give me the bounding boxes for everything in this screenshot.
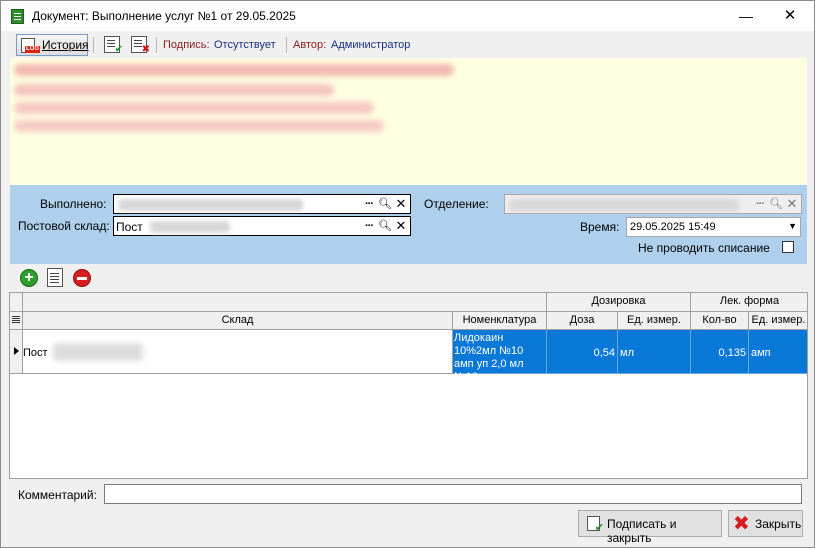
redacted-value bbox=[53, 343, 143, 361]
history-label: История bbox=[42, 38, 89, 52]
document-icon bbox=[11, 9, 24, 24]
redacted-line bbox=[14, 84, 334, 96]
document-window: Документ: Выполнение услуг №1 от 29.05.2… bbox=[0, 0, 815, 548]
clear-icon[interactable]: ✕ bbox=[785, 196, 799, 212]
grid-toolbar: + bbox=[10, 265, 807, 292]
ellipsis-icon[interactable]: ··· bbox=[362, 196, 376, 212]
search-icon[interactable]: 🔍︎ bbox=[378, 218, 392, 234]
grid-header-spacer bbox=[23, 293, 547, 312]
row-indicator[interactable] bbox=[10, 330, 23, 374]
column-chooser-icon bbox=[12, 315, 20, 325]
minimize-button[interactable]: — bbox=[724, 1, 768, 31]
sign-and-close-label: Подписать и закрыть bbox=[607, 517, 677, 545]
department-label: Отделение: bbox=[424, 197, 489, 211]
redacted-line bbox=[14, 102, 374, 114]
title-bar: Документ: Выполнение услуг №1 от 29.05.2… bbox=[1, 1, 814, 31]
time-value: 29.05.2025 15:49 bbox=[630, 221, 716, 233]
time-picker[interactable]: 29.05.2025 15:49 ▼ bbox=[626, 217, 801, 237]
table-row-dose-cell[interactable]: 0,54 bbox=[547, 330, 618, 374]
signature-status: Отсутствует bbox=[214, 39, 276, 51]
column-header-nomenclature[interactable]: Номенклатура bbox=[453, 312, 547, 330]
no-writeoff-checkbox[interactable] bbox=[782, 241, 794, 253]
redacted-line bbox=[14, 120, 384, 132]
add-row-button[interactable]: + bbox=[20, 269, 38, 287]
no-writeoff-label: Не проводить списание bbox=[638, 241, 770, 255]
post-warehouse-value: Пост bbox=[116, 220, 143, 234]
warehouse-value: Пост bbox=[23, 347, 48, 359]
unsign-document-icon[interactable] bbox=[131, 36, 150, 55]
close-icon: ✖ bbox=[733, 513, 750, 535]
table-row-quantity-cell[interactable]: 0,135 bbox=[691, 330, 749, 374]
chevron-down-icon[interactable]: ▼ bbox=[788, 221, 797, 231]
service-form: Выполнено: ··· 🔍︎ ✕ Постовой склад: Пост… bbox=[10, 185, 807, 264]
table-row-form-unit-cell[interactable]: амп bbox=[749, 330, 807, 374]
window-title: Документ: Выполнение услуг №1 от 29.05.2… bbox=[32, 9, 296, 23]
toolbar-separator bbox=[156, 37, 157, 53]
column-header-dose-unit[interactable]: Ед. измер. bbox=[618, 312, 691, 330]
redacted-line bbox=[14, 64, 454, 76]
clear-icon[interactable]: ✕ bbox=[394, 196, 408, 212]
column-header-warehouse[interactable]: Склад bbox=[23, 312, 453, 330]
history-button[interactable]: История bbox=[16, 34, 89, 56]
redacted-value bbox=[509, 199, 739, 211]
header-group-dosage: Дозировка bbox=[547, 293, 691, 312]
edit-row-button[interactable] bbox=[47, 268, 63, 287]
items-grid: Дозировка Лек. форма Склад Номенклатура … bbox=[9, 292, 808, 479]
comment-label: Комментарий: bbox=[18, 488, 97, 502]
table-row-nomenclature-cell[interactable]: Лидокаин 10%2мл №10 амп уп 2,0 мл №10 bbox=[453, 330, 547, 383]
delete-row-button[interactable] bbox=[73, 269, 91, 287]
column-header-quantity[interactable]: Кол-во bbox=[691, 312, 749, 330]
author-label: Автор: bbox=[293, 39, 327, 51]
post-warehouse-field[interactable]: Пост ··· 🔍︎ ✕ bbox=[113, 216, 411, 236]
sign-and-close-button[interactable]: Подписать и закрыть bbox=[578, 510, 722, 545]
close-button[interactable]: ✖ Закрыть bbox=[728, 510, 803, 537]
column-header-dose[interactable]: Доза bbox=[547, 312, 618, 330]
log-icon bbox=[21, 38, 40, 53]
table-row-warehouse-cell[interactable]: Пост bbox=[23, 330, 453, 374]
redacted-value bbox=[150, 221, 230, 233]
toolbar-separator bbox=[93, 37, 94, 53]
column-chooser[interactable] bbox=[10, 312, 23, 330]
toolbar-separator bbox=[286, 37, 287, 53]
time-label: Время: bbox=[580, 220, 620, 234]
clear-icon[interactable]: ✕ bbox=[394, 218, 408, 234]
signature-label: Подпись: bbox=[163, 39, 210, 51]
sign-document-icon bbox=[587, 516, 604, 534]
table-row-dose-unit-cell[interactable]: мл bbox=[618, 330, 691, 374]
post-warehouse-label: Постовой склад: bbox=[18, 219, 110, 233]
ellipsis-icon[interactable]: ··· bbox=[362, 218, 376, 234]
department-field[interactable]: ··· 🔍︎ ✕ bbox=[504, 194, 802, 214]
sign-document-icon[interactable] bbox=[104, 36, 123, 55]
redacted-value bbox=[118, 199, 303, 211]
author-value: Администратор bbox=[331, 39, 411, 51]
header-group-drug-form: Лек. форма bbox=[691, 293, 807, 312]
comment-input[interactable] bbox=[104, 484, 802, 504]
close-window-button[interactable]: ✕ bbox=[768, 1, 812, 31]
performed-label: Выполнено: bbox=[40, 197, 107, 211]
document-toolbar: История Подпись: Отсутствует Автор: Адми… bbox=[1, 31, 814, 58]
search-icon[interactable]: 🔍︎ bbox=[378, 196, 392, 212]
performed-field[interactable]: ··· 🔍︎ ✕ bbox=[113, 194, 411, 214]
search-icon[interactable]: 🔍︎ bbox=[769, 196, 783, 212]
grid-corner bbox=[10, 293, 23, 312]
patient-info-panel bbox=[10, 58, 807, 185]
column-header-form-unit[interactable]: Ед. измер. bbox=[749, 312, 807, 330]
ellipsis-icon[interactable]: ··· bbox=[753, 196, 767, 212]
close-label: Закрыть bbox=[755, 517, 802, 531]
